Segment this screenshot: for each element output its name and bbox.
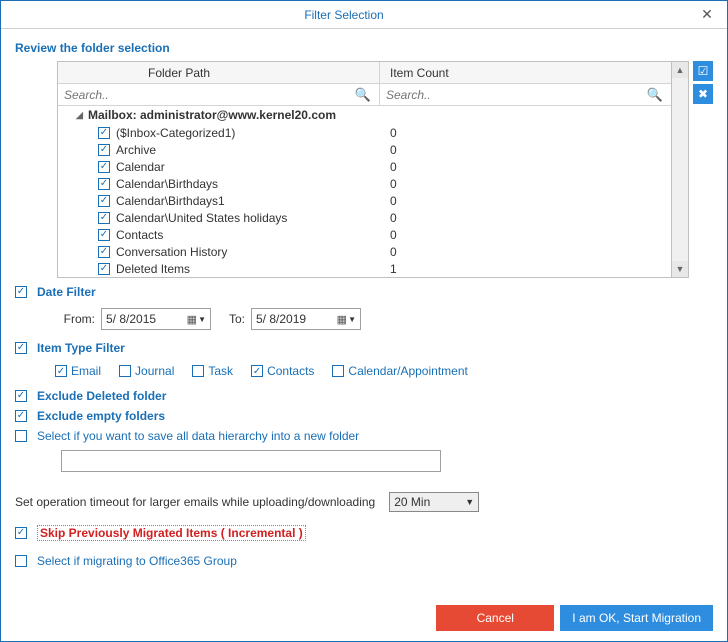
folder-name: Calendar\Birthdays [116,177,218,191]
chevron-down-icon[interactable]: ▼ [198,315,206,324]
folder-checkbox[interactable] [98,127,110,139]
o365-group-label: Select if migrating to Office365 Group [37,554,237,568]
item-type-filter-checkbox[interactable] [15,342,27,354]
table-row[interactable]: ($Inbox-Categorized1) 0 [58,124,671,141]
o365-group-checkbox[interactable] [15,555,27,567]
folder-count: 0 [380,211,671,225]
folder-name: ($Inbox-Categorized1) [116,126,235,140]
folder-count: 0 [380,194,671,208]
select-all-button[interactable]: ☑ [693,61,713,81]
table-row[interactable]: Calendar\Birthdays1 0 [58,192,671,209]
folder-checkbox[interactable] [98,212,110,224]
save-hierarchy-checkbox[interactable] [15,430,27,442]
close-icon[interactable]: ✕ [687,1,727,28]
exclude-deleted-checkbox[interactable] [15,390,27,402]
save-hierarchy-label: Select if you want to save all data hier… [37,429,359,443]
to-date-value: 5/ 8/2019 [256,312,306,326]
folder-name: Contacts [116,228,163,242]
timeout-select[interactable]: 20 Min ▼ [389,492,479,512]
cancel-button[interactable]: Cancel [436,605,554,631]
table-row[interactable]: Calendar 0 [58,158,671,175]
email-label: Email [71,364,101,378]
calendar-icon: ▦ [187,313,197,326]
to-label: To: [217,312,245,326]
exclude-empty-label: Exclude empty folders [37,409,165,423]
date-filter-label: Date Filter [37,285,96,299]
window-title: Filter Selection [1,8,687,22]
task-label: Task [208,364,233,378]
table-row[interactable]: Archive 0 [58,141,671,158]
chevron-down-icon[interactable]: ▼ [465,497,474,507]
table-row[interactable]: Contacts 0 [58,226,671,243]
to-date-input[interactable]: 5/ 8/2019 ▦▼ [251,308,361,330]
item-type-filter-label: Item Type Filter [37,341,125,355]
folder-count: 0 [380,245,671,259]
table-body: ◢ Mailbox: administrator@www.kernel20.co… [58,106,671,277]
from-label: From: [55,312,95,326]
folder-name: Calendar\Birthdays1 [116,194,225,208]
calendar-icon: ▦ [337,313,347,326]
folder-count: 0 [380,177,671,191]
folder-checkbox[interactable] [98,178,110,190]
folder-name: Calendar\United States holidays [116,211,287,225]
calendar-label: Calendar/Appointment [348,364,467,378]
folder-count: 0 [380,228,671,242]
contacts-checkbox[interactable] [251,365,263,377]
collapse-icon[interactable]: ◢ [76,110,88,121]
folder-checkbox[interactable] [98,161,110,173]
from-date-input[interactable]: 5/ 8/2015 ▦▼ [101,308,211,330]
search-icon[interactable]: 🔍 [647,87,667,103]
timeout-value: 20 Min [394,495,430,509]
scroll-up-icon[interactable]: ▲ [672,62,688,78]
exclude-empty-checkbox[interactable] [15,410,27,422]
search-folder-path-input[interactable] [62,87,355,103]
table-row[interactable]: Conversation History 0 [58,243,671,260]
folder-count: 1 [380,262,671,276]
folder-checkbox[interactable] [98,246,110,258]
table-row[interactable]: Calendar\Birthdays 0 [58,175,671,192]
folder-count: 0 [380,160,671,174]
column-folder-path[interactable]: Folder Path [58,62,380,83]
folder-checkbox[interactable] [98,229,110,241]
folder-count: 0 [380,126,671,140]
folder-count: 0 [380,143,671,157]
column-item-count[interactable]: Item Count [380,62,671,83]
search-item-count-input[interactable] [384,87,647,103]
chevron-down-icon[interactable]: ▼ [348,315,356,324]
vertical-scrollbar[interactable]: ▲ ▼ [672,61,689,278]
folder-checkbox[interactable] [98,144,110,156]
folder-name: Calendar [116,160,165,174]
skip-migrated-label: Skip Previously Migrated Items ( Increme… [37,525,306,541]
journal-label: Journal [135,364,174,378]
table-header: Folder Path Item Count [58,62,671,84]
from-date-value: 5/ 8/2015 [106,312,156,326]
folder-name: Conversation History [116,245,227,259]
email-checkbox[interactable] [55,365,67,377]
task-checkbox[interactable] [192,365,204,377]
table-row[interactable]: Calendar\United States holidays 0 [58,209,671,226]
mailbox-row[interactable]: ◢ Mailbox: administrator@www.kernel20.co… [58,106,671,124]
folder-name: Archive [116,143,156,157]
folder-name: Deleted Items [116,262,190,276]
skip-migrated-checkbox[interactable] [15,527,27,539]
mailbox-label: Mailbox: administrator@www.kernel20.com [88,108,336,122]
folder-checkbox[interactable] [98,263,110,275]
calendar-checkbox[interactable] [332,365,344,377]
table-row[interactable]: Deleted Items 1 [58,260,671,277]
review-heading: Review the folder selection [15,41,713,55]
contacts-label: Contacts [267,364,314,378]
folder-checkbox[interactable] [98,195,110,207]
start-migration-button[interactable]: I am OK, Start Migration [560,605,713,631]
scroll-down-icon[interactable]: ▼ [672,261,688,277]
journal-checkbox[interactable] [119,365,131,377]
deselect-all-button[interactable]: ✖ [693,84,713,104]
exclude-deleted-label: Exclude Deleted folder [37,389,166,403]
timeout-text: Set operation timeout for larger emails … [15,495,375,509]
date-filter-checkbox[interactable] [15,286,27,298]
search-icon[interactable]: 🔍 [355,87,375,103]
folder-table: Folder Path Item Count 🔍 🔍 ◢ Mailbox: ad… [57,61,672,278]
new-folder-input[interactable] [61,450,441,472]
titlebar: Filter Selection ✕ [1,1,727,29]
